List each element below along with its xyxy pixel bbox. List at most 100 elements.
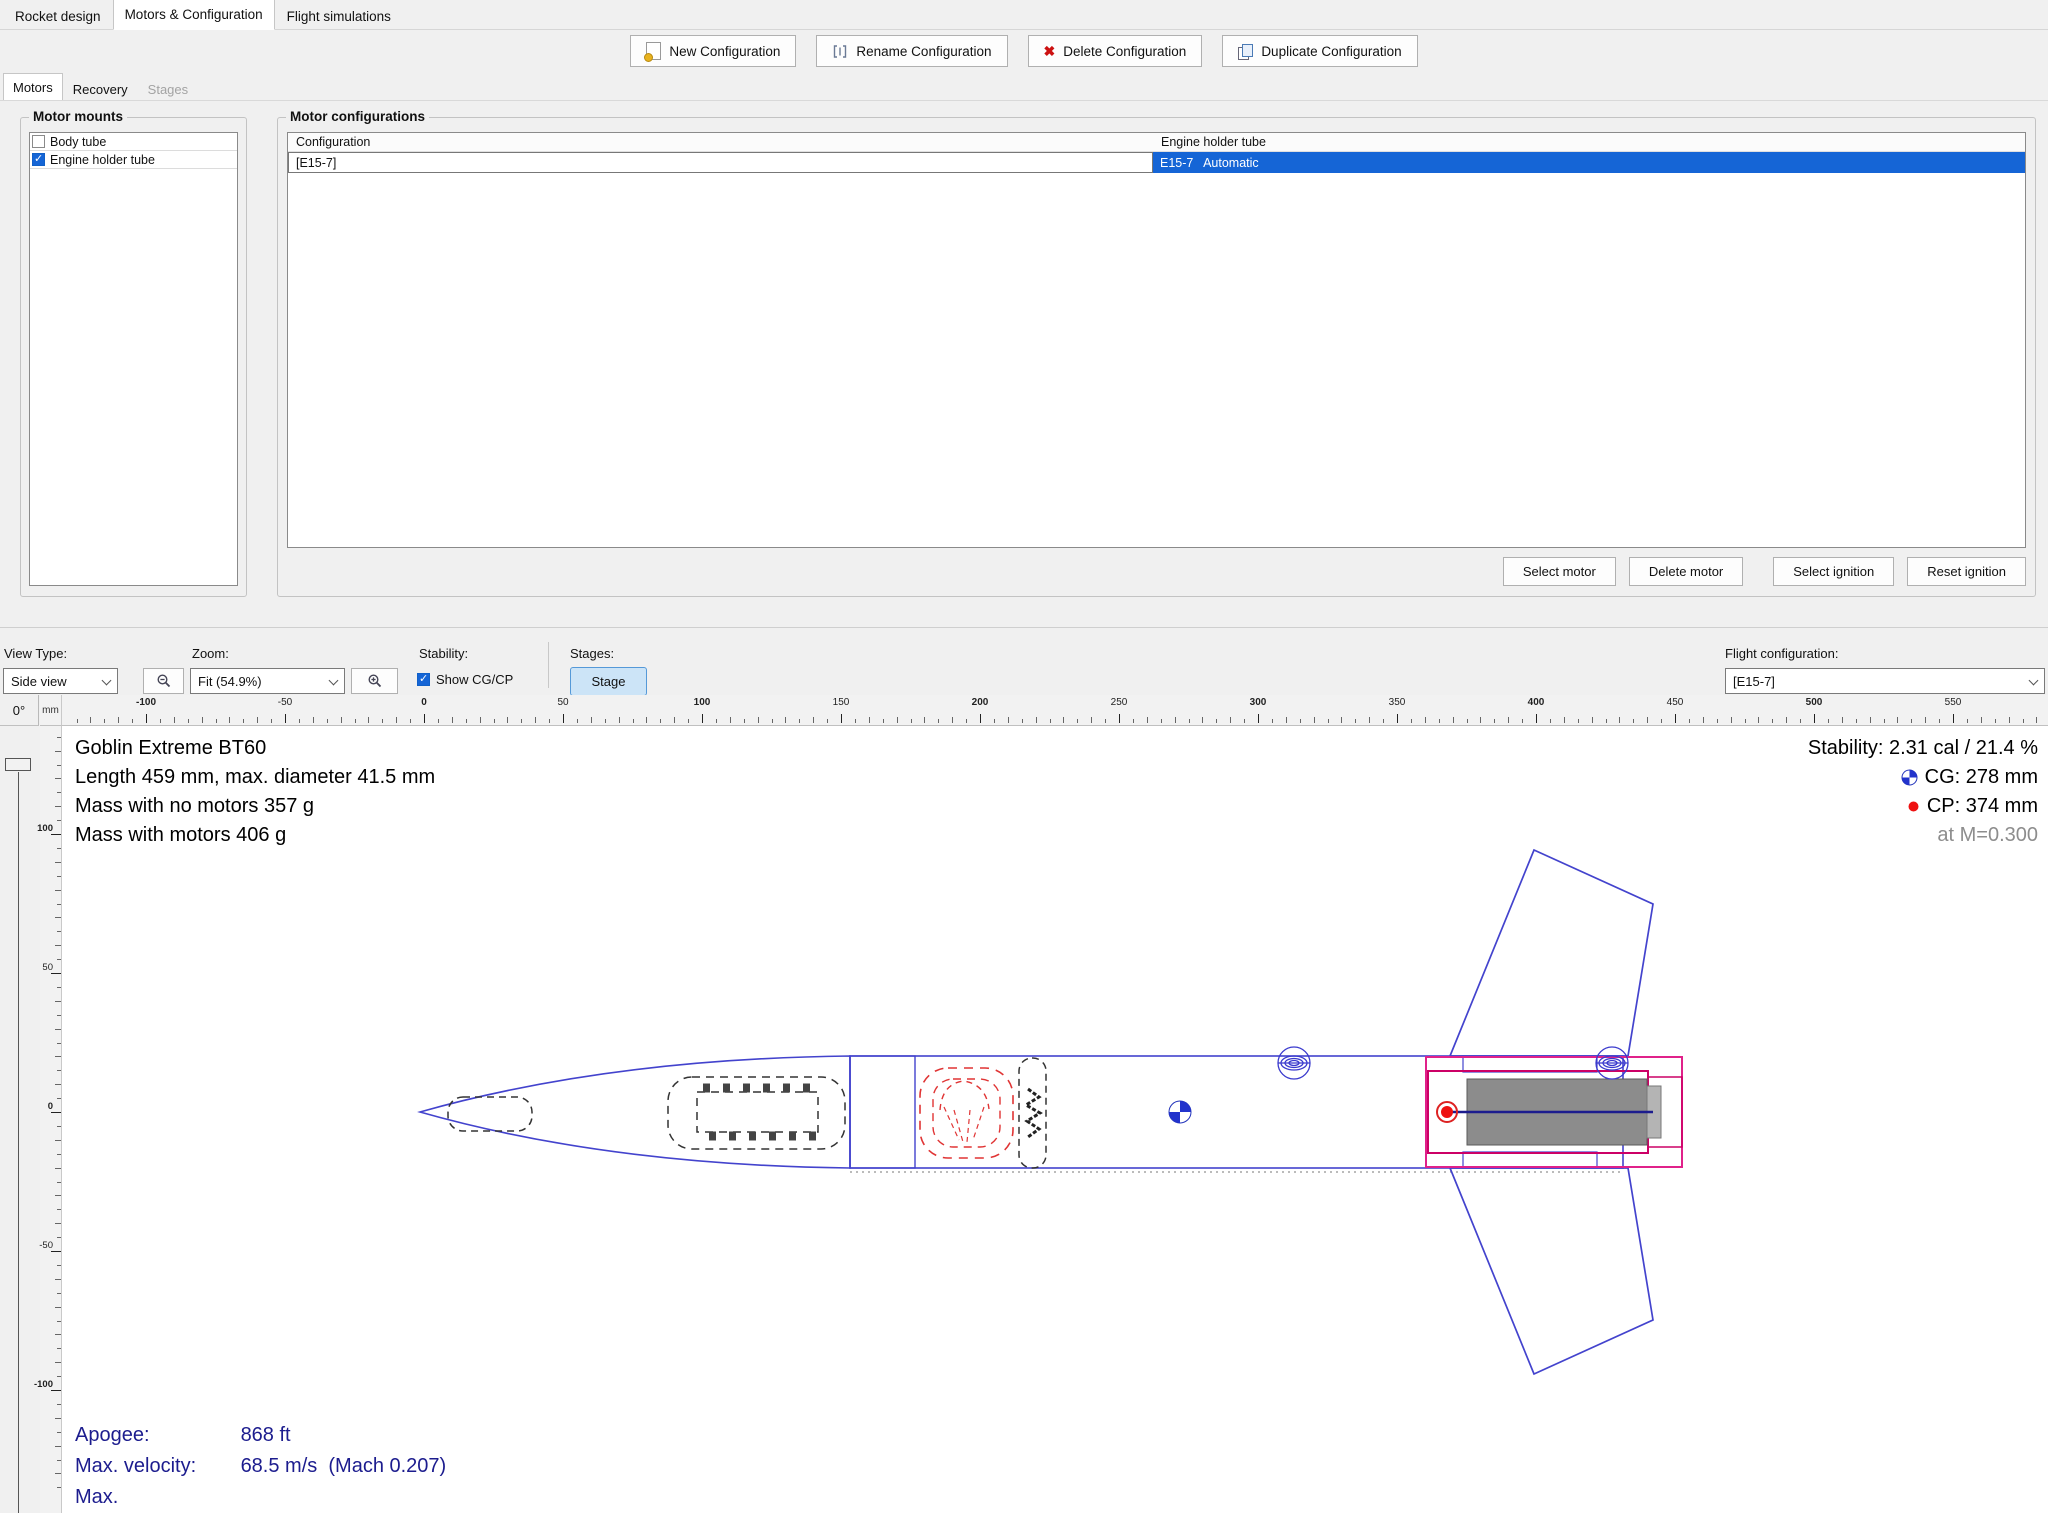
parachute-outer — [919, 1067, 1014, 1159]
cg-marker-q2 — [1169, 1112, 1180, 1123]
delete-x-icon: ✖ — [1043, 43, 1056, 59]
rocket-canvas[interactable]: Goblin Extreme BT60 Length 459 mm, max. … — [62, 726, 2048, 1513]
delete-configuration-label: Delete Configuration — [1063, 43, 1187, 59]
motor-configurations-group: Motor configurations Configuration Engin… — [277, 109, 2036, 597]
reset-ignition-button[interactable]: Reset ignition — [1907, 557, 2026, 586]
mount-item-body-tube[interactable]: Body tube — [30, 133, 237, 151]
parachute-mid — [932, 1078, 1001, 1148]
delete-configuration-button[interactable]: ✖ Delete Configuration — [1027, 35, 1203, 67]
max-velocity-label: Max. velocity: — [75, 1455, 197, 1477]
mount-item-engine-holder-tube[interactable]: Engine holder tube — [30, 150, 237, 169]
motor-mounts-list: Body tube Engine holder tube — [29, 132, 238, 586]
fin-upper — [1448, 848, 1654, 1057]
zoom-label: Zoom: — [192, 646, 229, 661]
subtab-recovery[interactable]: Recovery — [63, 77, 138, 101]
cg-marker-q1 — [1180, 1101, 1191, 1112]
cp-icon — [1908, 801, 1919, 812]
horizontal-ruler: -100 -50 0 50 100 150 200 250 300 350 400 450 500 550 — [62, 695, 2048, 726]
motor-mounts-title: Motor mounts — [29, 109, 127, 124]
stage-toggle-button[interactable]: Stage — [570, 667, 647, 696]
rocket-info-block: Goblin Extreme BT60 Length 459 mm, max. … — [75, 734, 435, 850]
rocket-name: Goblin Extreme BT60 — [75, 737, 267, 759]
delete-motor-button[interactable]: Delete motor — [1628, 557, 1744, 586]
view-toolbar: View Type: Side view Zoom: Fit (54.9%) S… — [0, 628, 2048, 696]
engine-holder-tube-label: Engine holder tube — [50, 152, 155, 167]
column-header-configuration: Configuration — [296, 135, 371, 149]
stability-label: Stability: — [419, 646, 469, 661]
body-tube-checkbox[interactable] — [32, 135, 45, 148]
column-header-engine-holder-tube: Engine holder tube — [1161, 135, 1266, 149]
mach-condition: at M=0.300 — [1937, 824, 2038, 846]
subtab-motors[interactable]: Motors — [3, 73, 63, 101]
show-cgcp-checkbox[interactable] — [417, 673, 430, 686]
motor-mounts-group: Motor mounts Body tube Engine holder tub… — [20, 109, 247, 597]
rocket-view-area: 0° mm -100 -50 0 50 100 150 200 250 300 350 400 450… — [0, 695, 2048, 1513]
chevron-down-icon — [328, 675, 339, 686]
parachute-line-2 — [953, 1109, 964, 1143]
duplicate-icon — [1238, 43, 1254, 60]
motor-configurations-table: Configuration Engine holder tube [E15-7]… — [287, 132, 2026, 548]
apogee-value: 868 ft — [240, 1424, 291, 1446]
parachute-line-4 — [972, 1106, 985, 1141]
fin-lower — [1448, 1167, 1654, 1376]
ruler-unit-label: mm — [40, 695, 62, 726]
rotation-slider-track[interactable] — [18, 772, 19, 1513]
select-ignition-button[interactable]: Select ignition — [1773, 557, 1895, 586]
nose-cone — [417, 1055, 851, 1169]
zoom-value: Fit (54.9%) — [198, 673, 262, 689]
flight-configuration-value: [E15-7] — [1733, 673, 1775, 689]
shock-cord — [1023, 1087, 1043, 1139]
rotation-slider-handle[interactable] — [5, 758, 31, 771]
table-header: Configuration Engine holder tube — [288, 133, 2025, 152]
main-tab-bar: Rocket design Motors & Configuration Fli… — [0, 0, 2048, 30]
table-row[interactable]: [E15-7] E15-7 Automatic — [288, 152, 2025, 173]
nose-shoulder — [849, 1055, 916, 1169]
sub-tab-bar: Motors Recovery Stages — [0, 72, 2048, 101]
apogee-label: Apogee: — [75, 1424, 150, 1446]
chute-bay-inner — [696, 1091, 819, 1133]
zoom-out-icon — [156, 674, 170, 688]
configuration-toolbar: New Configuration Rename Configuration ✖… — [0, 30, 2048, 72]
nose-mass — [447, 1096, 533, 1132]
max-velocity-value: 68.5 m/s (Mach 0.207) — [240, 1455, 447, 1477]
engine-holder-tube-checkbox[interactable] — [32, 153, 45, 166]
show-cgcp-label: Show CG/CP — [436, 672, 514, 687]
openrocket-window: Rocket design Motors & Configuration Fli… — [0, 0, 2048, 1513]
rename-configuration-button[interactable]: Rename Configuration — [816, 35, 1008, 67]
stability-value: Stability: 2.31 cal / 21.4 % — [1807, 737, 2038, 759]
cg-value: CG: 278 mm — [1924, 766, 2038, 788]
chevron-down-icon — [101, 675, 112, 686]
subtab-stages: Stages — [147, 81, 189, 97]
launch-lug-aft — [1595, 1046, 1629, 1080]
new-configuration-button[interactable]: New Configuration — [630, 35, 797, 67]
zoom-out-button[interactable] — [143, 668, 184, 694]
zoom-in-button[interactable] — [351, 668, 398, 694]
duplicate-configuration-label: Duplicate Configuration — [1261, 43, 1402, 59]
duplicate-configuration-button[interactable]: Duplicate Configuration — [1222, 35, 1418, 67]
view-type-dropdown[interactable]: Side view — [3, 668, 118, 694]
configuration-cell[interactable]: [E15-7] — [288, 152, 1153, 173]
rotation-slider-column — [0, 726, 39, 1513]
zoom-dropdown[interactable]: Fit (54.9%) — [190, 668, 345, 694]
stability-info-block: Stability: 2.31 cal / 21.4 % CG: 278 mm … — [1808, 734, 2038, 850]
view-type-value: Side view — [11, 673, 67, 689]
motor-configurations-title: Motor configurations — [286, 109, 429, 124]
show-cgcp-control[interactable]: Show CG/CP — [417, 672, 513, 687]
parachute-line-1 — [943, 1106, 960, 1141]
chevron-down-icon — [2028, 675, 2039, 686]
tab-flight-simulations[interactable]: Flight simulations — [275, 3, 403, 30]
flight-data-block: Apogee: 868 ft Max. velocity: 68.5 m/s (… — [75, 1420, 446, 1513]
vertical-ruler: 100 50 0 -50 -100 — [34, 726, 62, 1513]
zoom-in-icon — [367, 674, 381, 688]
motors-tab-panel: Motor mounts Body tube Engine holder tub… — [0, 100, 2048, 628]
stages-label: Stages: — [570, 646, 615, 661]
cp-value: CP: 374 mm — [1926, 795, 2038, 817]
flight-configuration-dropdown[interactable]: [E15-7] — [1725, 668, 2045, 694]
engine-holder-tube-cell-selected[interactable]: E15-7 Automatic — [1153, 152, 2025, 173]
tab-rocket-design[interactable]: Rocket design — [3, 3, 113, 30]
new-document-icon — [644, 42, 662, 62]
rocket-mass-with-motors: Mass with motors 406 g — [75, 824, 287, 846]
fin-tab-top — [1462, 1055, 1598, 1073]
select-motor-button[interactable]: Select motor — [1502, 557, 1616, 586]
tab-motors-configuration[interactable]: Motors & Configuration — [112, 0, 275, 30]
